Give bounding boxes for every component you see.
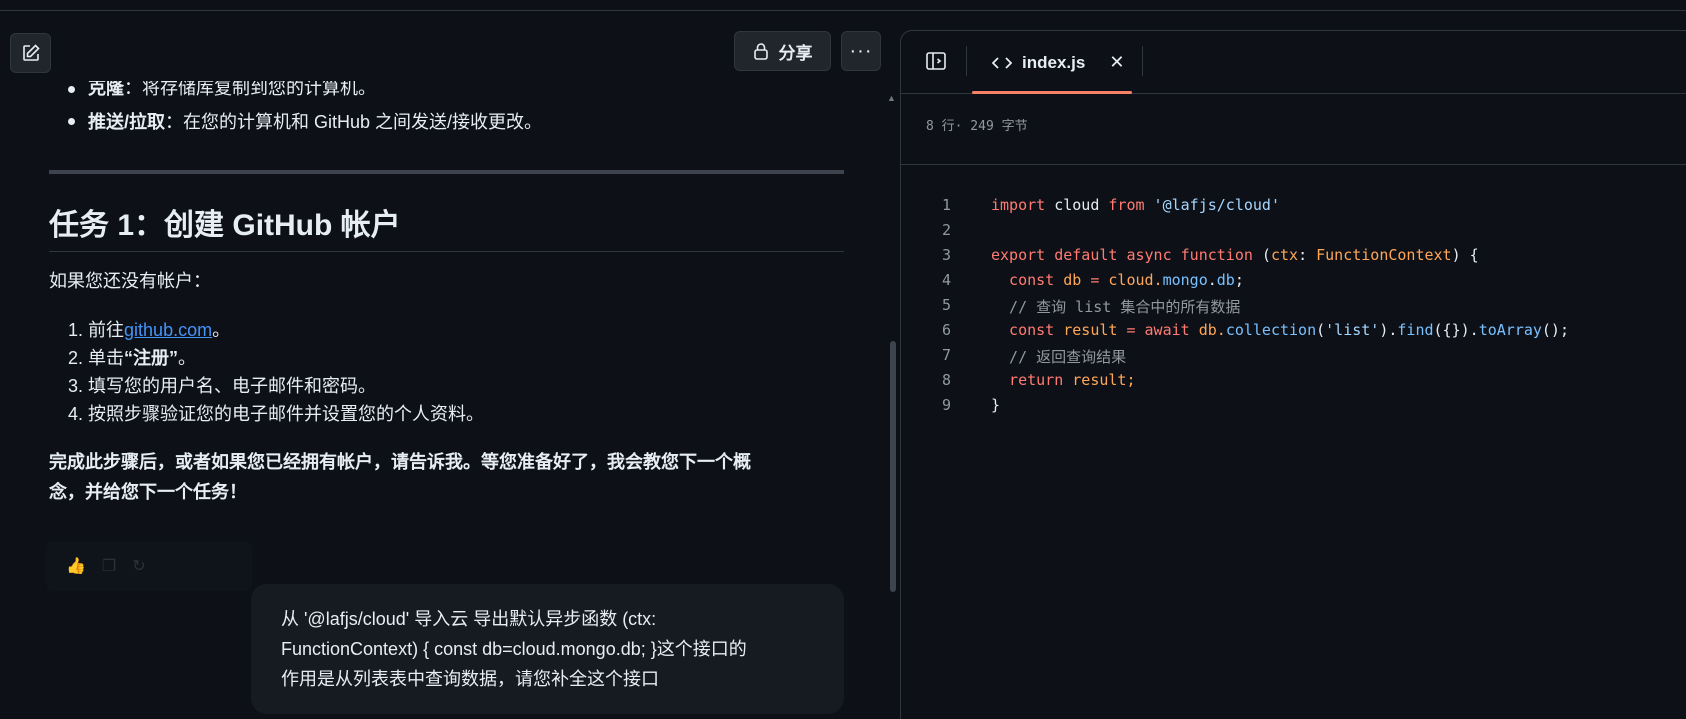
step-number: 2. — [68, 348, 84, 368]
code-line: return result; — [991, 371, 1136, 389]
copy-icon: ❐ — [101, 558, 117, 575]
task-heading: 任务 1：创建 GitHub 帐户 — [49, 209, 401, 242]
code-line: const db = cloud.mongo.db; — [991, 271, 1244, 289]
line-number: 9 — [941, 396, 951, 414]
line-number: 7 — [941, 346, 951, 364]
share-label: 分享 — [778, 43, 813, 63]
horizontal-rule — [49, 170, 844, 174]
github-link[interactable]: github.com — [124, 320, 212, 340]
line-number: 5 — [941, 296, 951, 314]
bullet-bold: 克隆 — [88, 81, 124, 98]
bullet-dot — [68, 86, 75, 93]
closing-text: 完成此步骤后，或者如果您已经拥有帐户，请告诉我。等您准备好了，我会教您下一个概 … — [49, 447, 844, 507]
step-item: 1. 前往github.com。 — [68, 316, 230, 344]
step-text: 前往 — [88, 320, 125, 340]
chat-scrollbar[interactable] — [890, 341, 896, 592]
active-tab-indicator — [972, 91, 1132, 94]
code-line: const result = await db.collection('list… — [991, 321, 1569, 339]
line-number: 8 — [941, 371, 951, 389]
heading-underline — [49, 251, 844, 252]
share-button[interactable]: 分享 — [734, 31, 831, 71]
intro-text: 如果您还没有帐户： — [49, 271, 211, 291]
tab-separator — [1142, 46, 1143, 76]
step-text: 。 — [178, 348, 197, 368]
meta-divider — [901, 164, 1686, 165]
step-item: 3. 填写您的用户名、电子邮件和密码。 — [68, 372, 376, 400]
bullet-text: ：将存储库复制到您的计算机。 — [124, 81, 376, 98]
user-message-line: 从 '@lafjs/cloud' 导入云 导出默认异步函数 (ctx: — [281, 609, 657, 629]
clipped-bullet-item: 克隆：将存储库复制到您的计算机。 — [68, 81, 768, 101]
code-icon — [992, 56, 1012, 69]
step-text: 。 — [212, 320, 231, 340]
user-message-line: 作用是从列表表中查询数据，请您补全这个接口 — [281, 669, 659, 689]
ellipsis-icon: ··· — [849, 39, 873, 62]
new-chat-button[interactable] — [10, 33, 51, 73]
line-number: 1 — [941, 196, 951, 214]
code-panel: index.js ✕ 8 行· 249 字节 1 2 3 4 5 6 7 8 9… — [900, 30, 1686, 719]
step-text: 按照步骤验证您的电子邮件并设置您的个人资料。 — [88, 404, 485, 424]
step-number: 4. — [68, 404, 84, 424]
lock-icon — [753, 43, 768, 60]
more-options-button[interactable]: ··· — [841, 31, 881, 71]
step-item: 4. 按照步骤验证您的电子邮件并设置您的个人资料。 — [68, 400, 484, 428]
tab-index-js[interactable]: index.js ✕ — [972, 31, 1132, 94]
line-number: 6 — [941, 321, 951, 339]
thumbs-up-icon: 👍 — [66, 558, 86, 575]
closing-line: 完成此步骤后，或者如果您已经拥有帐户，请告诉我。等您准备好了，我会教您下一个概 — [49, 452, 751, 472]
code-line: import cloud from '@lafjs/cloud' — [991, 196, 1280, 214]
line-number: 4 — [941, 271, 951, 289]
tab-label: index.js — [1022, 52, 1086, 72]
message-actions-faded: 👍 ❐ ↻ — [46, 541, 252, 591]
code-comment: // 返回查询结果 — [991, 348, 1127, 366]
tab-separator — [966, 46, 967, 76]
edit-icon — [22, 44, 40, 61]
line-number: 3 — [941, 246, 951, 264]
bullet-bold: 推送/拉取 — [88, 112, 166, 132]
bullet-item: 推送/拉取：在您的计算机和 GitHub 之间发送/接收更改。 — [68, 107, 542, 137]
code-tab-bar: index.js ✕ — [901, 31, 1686, 94]
code-comment: // 查询 list 集合中的所有数据 — [991, 298, 1241, 316]
close-icon[interactable]: ✕ — [1109, 52, 1124, 73]
scroll-up-arrow[interactable]: ▲ — [887, 93, 896, 103]
regenerate-icon: ↻ — [132, 558, 146, 575]
step-text: 单击 — [88, 348, 125, 368]
file-meta: 8 行· 249 字节 — [926, 119, 1028, 134]
step-item: 2. 单击“注册”。 — [68, 344, 196, 372]
line-number: 2 — [941, 221, 951, 239]
code-line: export default async function (ctx: Func… — [991, 246, 1479, 264]
chat-pane: 分享 ··· 克隆：将存储库复制到您的计算机。 推送/拉取：在您的计算机和 Gi… — [0, 11, 900, 719]
step-number: 3. — [68, 376, 84, 396]
user-message-line: FunctionContext) { const db=cloud.mongo.… — [281, 639, 747, 659]
step-number: 1. — [68, 320, 84, 340]
window-top-bar — [0, 0, 1686, 11]
bullet-dot — [68, 118, 75, 125]
sidebar-toggle-icon[interactable] — [925, 50, 947, 72]
closing-line: 念，并给您下一个任务！ — [49, 482, 247, 502]
step-text: 填写您的用户名、电子邮件和密码。 — [88, 376, 377, 396]
step-bold: “注册” — [124, 348, 179, 368]
user-message-bubble: 从 '@lafjs/cloud' 导入云 导出默认异步函数 (ctx: Func… — [251, 584, 844, 714]
code-line: } — [991, 396, 1001, 414]
bullet-text: ：在您的计算机和 GitHub 之间发送/接收更改。 — [165, 112, 543, 132]
